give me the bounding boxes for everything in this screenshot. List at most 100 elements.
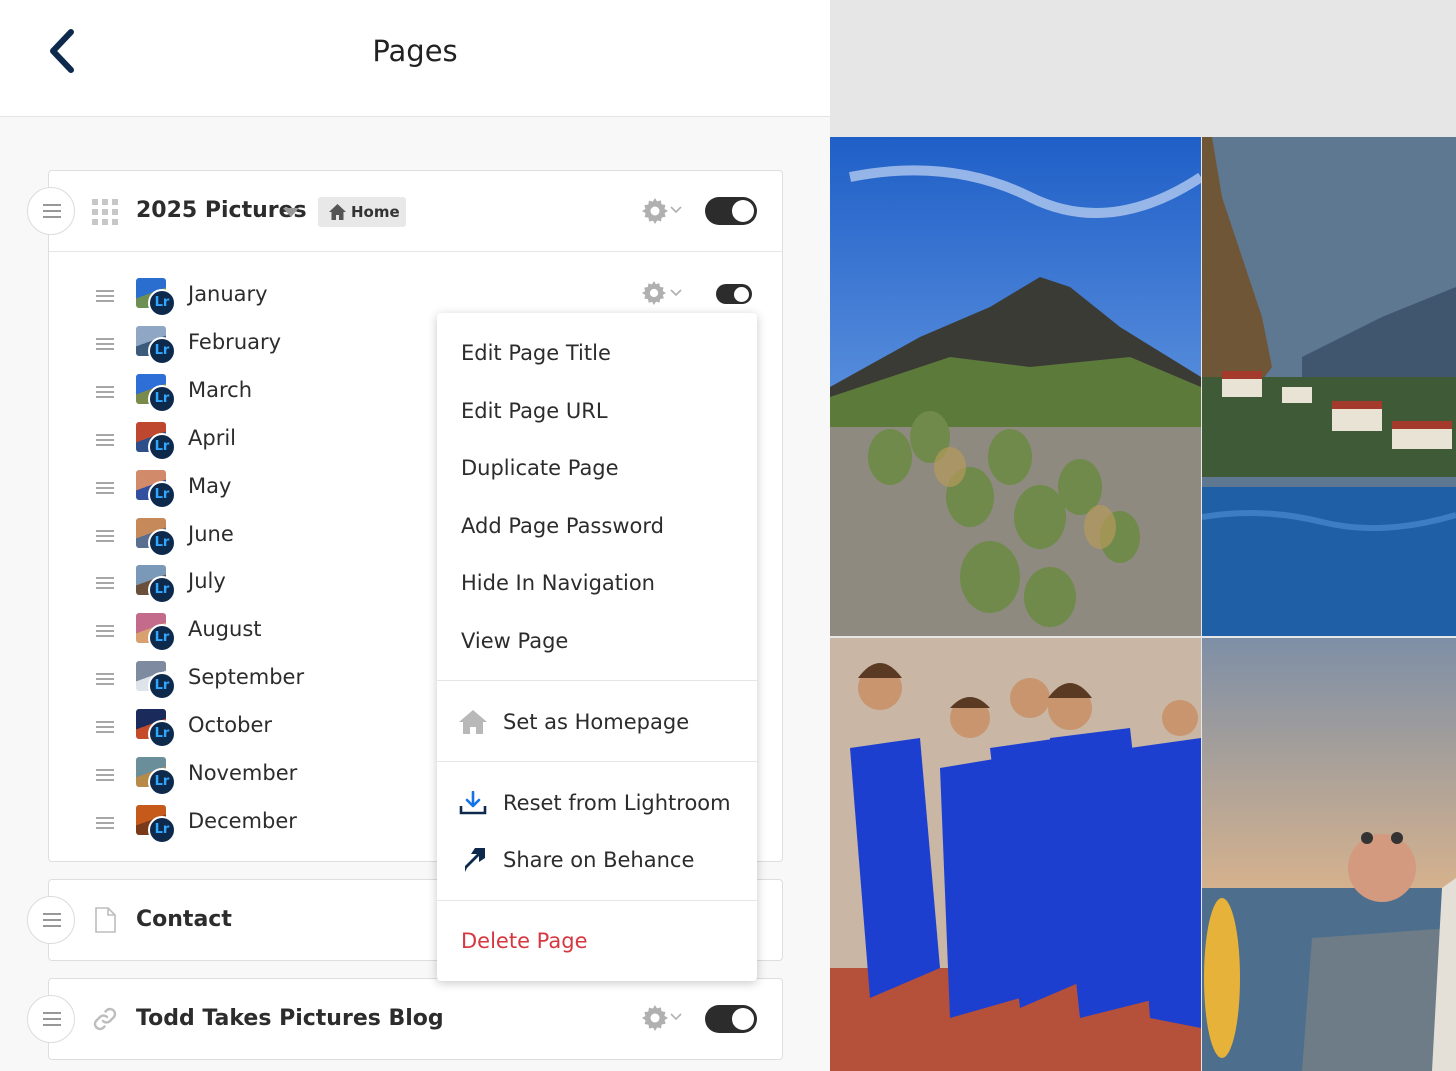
menu-divider: [437, 761, 757, 762]
sub-page-label: November: [188, 761, 298, 785]
toggle-knob: [732, 1008, 754, 1030]
blog-settings-button[interactable]: [642, 1005, 686, 1031]
menu-item-duplicate[interactable]: Duplicate Page: [461, 456, 619, 480]
drag-handle-pictures[interactable]: [27, 187, 75, 235]
lightroom-badge-icon: Lr: [148, 672, 176, 701]
sub-page-label: January: [188, 282, 268, 306]
lightroom-badge-icon: Lr: [148, 720, 176, 749]
sub-page-label: May: [188, 473, 232, 498]
sub-page-label: June: [188, 521, 234, 546]
sub-page-row[interactable]: Lr February: [88, 324, 408, 365]
drag-handle-icon[interactable]: [96, 817, 114, 829]
drag-handle-icon[interactable]: [96, 625, 114, 638]
sub-page-row[interactable]: Lr December: [88, 803, 408, 844]
sub-page-label: July: [188, 569, 226, 594]
sub-page-label: August: [188, 617, 262, 642]
menu-item-reset-lightroom[interactable]: Reset from Lightroom: [503, 791, 731, 815]
chevron-down-icon: [670, 1013, 682, 1021]
sub-page-row[interactable]: Lr May: [88, 468, 408, 509]
page-context-menu: Edit Page Title Edit Page URL Duplicate …: [437, 313, 757, 981]
grid-icon: [92, 199, 118, 225]
blog-visibility-toggle[interactable]: [705, 1005, 757, 1033]
menu-item-hide-navigation[interactable]: Hide In Navigation: [461, 571, 655, 595]
drag-handle-icon[interactable]: [96, 673, 114, 685]
sub-page-row[interactable]: Lr November: [88, 755, 408, 796]
sub-page-label: December: [188, 808, 297, 833]
sub-page-row[interactable]: Lr July: [88, 563, 408, 605]
menu-item-view-page[interactable]: View Page: [461, 629, 568, 653]
home-badge-label: Home: [351, 203, 400, 221]
section-visibility-toggle[interactable]: [705, 197, 757, 225]
drag-handle-icon[interactable]: [96, 769, 114, 781]
drag-handle-icon[interactable]: [96, 433, 114, 446]
sub-page-label: February: [188, 329, 282, 354]
lightroom-badge-icon: Lr: [148, 624, 176, 653]
drag-handle-icon[interactable]: [96, 290, 114, 302]
drag-handle-blog[interactable]: [27, 995, 75, 1043]
sub-page-row[interactable]: Lr January: [88, 276, 408, 317]
document-icon: [95, 907, 116, 933]
section-title-pictures[interactable]: 2025 Pictures: [136, 198, 307, 223]
lightroom-badge-icon: Lr: [148, 480, 176, 509]
sub-page-label: March: [188, 377, 253, 402]
drag-handle-icon[interactable]: [96, 529, 114, 542]
preview-photo-graduates[interactable]: [830, 638, 1201, 1071]
menu-divider: [437, 900, 757, 901]
sub-page-row[interactable]: Lr October: [88, 707, 408, 749]
page-title: Pages: [372, 34, 458, 68]
menu-divider: [437, 680, 757, 681]
chevron-down-icon: [670, 206, 682, 214]
menu-item-edit-url[interactable]: Edit Page URL: [461, 399, 608, 423]
menu-item-edit-title[interactable]: Edit Page Title: [461, 341, 611, 365]
menu-item-share-behance[interactable]: Share on Behance: [503, 848, 694, 872]
gear-icon: [642, 198, 668, 224]
gear-icon: [642, 281, 666, 305]
site-preview: [830, 0, 1456, 1071]
drag-handle-icon: [43, 1012, 61, 1026]
lightroom-badge-icon: Lr: [148, 384, 176, 413]
january-settings-button[interactable]: [642, 281, 686, 307]
gear-icon: [642, 1005, 668, 1031]
lightroom-badge-icon: Lr: [148, 815, 176, 844]
january-visibility-toggle[interactable]: [716, 284, 752, 304]
drag-handle-icon[interactable]: [96, 481, 114, 494]
section-title-contact[interactable]: Contact: [136, 907, 232, 932]
drag-handle-icon[interactable]: [96, 385, 114, 398]
preview-photo-coast-town[interactable]: [1202, 137, 1456, 636]
top-bar: Pages: [0, 0, 830, 117]
pages-panel: Pages 2025 Pictures Home Lr January Lr F…: [0, 0, 830, 1071]
sub-page-label: September: [188, 665, 305, 690]
section-title-blog[interactable]: Todd Takes Pictures Blog: [136, 1006, 444, 1031]
home-icon: [459, 710, 487, 734]
home-icon: [329, 204, 346, 220]
share-arrow-icon: [465, 848, 485, 872]
sub-page-row[interactable]: Lr September: [88, 659, 408, 701]
sub-page-row[interactable]: Lr March: [88, 372, 408, 413]
section-settings-button[interactable]: [642, 198, 686, 224]
caret-down-icon[interactable]: [283, 208, 299, 218]
sub-page-label: October: [188, 713, 273, 738]
toggle-knob: [732, 200, 754, 222]
lightroom-badge-icon: Lr: [148, 289, 176, 317]
drag-handle-contact[interactable]: [27, 896, 75, 944]
download-icon: [459, 791, 487, 815]
drag-handle-icon[interactable]: [96, 721, 114, 733]
lightroom-badge-icon: Lr: [148, 768, 176, 796]
sub-page-row[interactable]: Lr April: [88, 420, 408, 461]
preview-photo-sunset-couple[interactable]: [1202, 638, 1456, 1071]
menu-item-set-homepage[interactable]: Set as Homepage: [503, 710, 689, 734]
lightroom-badge-icon: Lr: [148, 528, 176, 557]
menu-item-delete-page[interactable]: Delete Page: [461, 929, 588, 953]
sub-page-row[interactable]: Lr June: [88, 516, 408, 557]
preview-photo-cactus-mountain[interactable]: [830, 137, 1201, 636]
lightroom-badge-icon: Lr: [148, 336, 176, 365]
lightroom-badge-icon: Lr: [148, 432, 176, 461]
drag-handle-icon: [43, 913, 61, 927]
link-icon: [93, 1007, 117, 1031]
menu-item-add-password[interactable]: Add Page Password: [461, 514, 664, 538]
chevron-down-icon: [670, 289, 682, 297]
sub-page-row[interactable]: Lr August: [88, 611, 408, 653]
drag-handle-icon[interactable]: [96, 338, 114, 350]
home-badge: Home: [318, 197, 406, 227]
drag-handle-icon[interactable]: [96, 577, 114, 590]
